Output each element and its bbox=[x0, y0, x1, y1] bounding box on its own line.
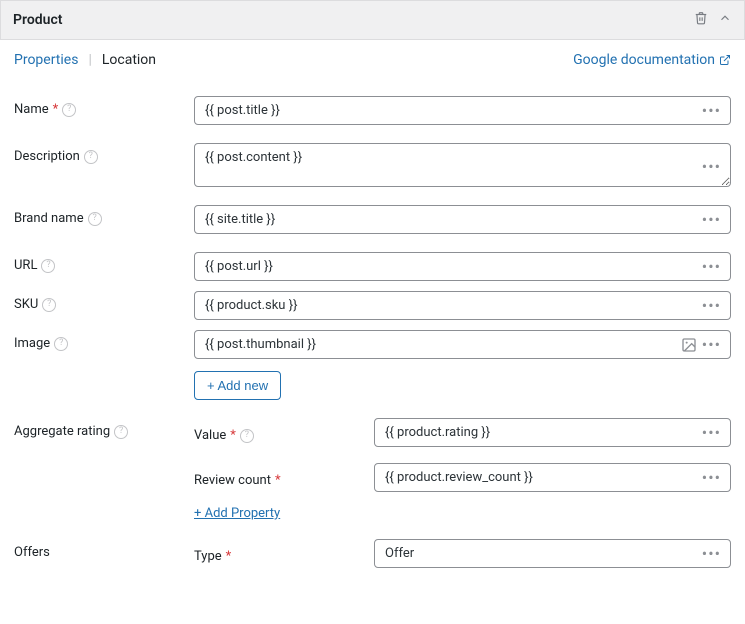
rating-value-input[interactable] bbox=[374, 418, 731, 447]
add-property-link[interactable]: + Add Property bbox=[194, 506, 280, 521]
label-sku: SKU ? bbox=[14, 291, 194, 312]
help-icon[interactable]: ? bbox=[42, 298, 56, 312]
row-image: Image ? ••• + Add new bbox=[14, 330, 731, 400]
help-icon[interactable]: ? bbox=[84, 150, 98, 164]
required-marker: * bbox=[230, 428, 236, 443]
row-aggregate-rating: Aggregate rating ? Value * ? ••• bbox=[14, 418, 731, 521]
collapse-icon[interactable] bbox=[718, 11, 732, 29]
input-offer-type-wrap: ••• bbox=[374, 539, 731, 568]
input-sku-wrap: ••• bbox=[194, 291, 731, 320]
tabs: Properties | Location bbox=[14, 52, 573, 68]
offer-type-input[interactable] bbox=[374, 539, 731, 568]
label-url-text: URL bbox=[14, 258, 37, 273]
row-sku: SKU ? ••• bbox=[14, 291, 731, 320]
required-marker: * bbox=[275, 473, 281, 488]
tags-menu-icon[interactable]: ••• bbox=[698, 423, 725, 443]
description-input[interactable]: {{ post.content }} bbox=[194, 143, 731, 187]
input-brand-name-wrap: ••• bbox=[194, 205, 731, 234]
panel-header: Product bbox=[0, 0, 745, 40]
input-name-wrap: ••• bbox=[194, 96, 731, 125]
tags-menu-icon[interactable]: ••• bbox=[698, 296, 725, 316]
label-name-text: Name bbox=[14, 102, 49, 117]
trash-icon[interactable] bbox=[694, 11, 708, 29]
panel-title: Product bbox=[13, 12, 694, 28]
label-image: Image ? bbox=[14, 330, 194, 351]
image-picker-icon[interactable] bbox=[681, 337, 697, 353]
tabs-row: Properties | Location Google documentati… bbox=[0, 40, 745, 72]
label-brand-name-text: Brand name bbox=[14, 211, 84, 226]
input-url-wrap: ••• bbox=[194, 252, 731, 281]
add-new-image-button[interactable]: + Add new bbox=[194, 371, 281, 400]
image-input[interactable] bbox=[194, 330, 731, 359]
input-review-count-wrap: ••• bbox=[374, 463, 731, 492]
tags-menu-icon[interactable]: ••• bbox=[698, 210, 725, 230]
tags-menu-icon[interactable]: ••• bbox=[698, 544, 725, 564]
input-image-wrap: ••• bbox=[194, 330, 731, 359]
label-rating-value-text: Value bbox=[194, 428, 226, 443]
form: Name * ? ••• Description ? {{ post.conten… bbox=[0, 72, 745, 588]
tab-location[interactable]: Location bbox=[102, 52, 156, 68]
tags-menu-icon[interactable]: ••• bbox=[698, 157, 725, 177]
tags-menu-icon[interactable]: ••• bbox=[698, 257, 725, 277]
label-sku-text: SKU bbox=[14, 297, 38, 312]
label-offers-text: Offers bbox=[14, 545, 50, 560]
review-count-input[interactable] bbox=[374, 463, 731, 492]
tab-separator: | bbox=[88, 52, 91, 68]
row-name: Name * ? ••• bbox=[14, 96, 731, 125]
header-actions bbox=[694, 11, 732, 29]
help-icon[interactable]: ? bbox=[240, 429, 254, 443]
label-description: Description ? bbox=[14, 143, 194, 164]
brand-name-input[interactable] bbox=[194, 205, 731, 234]
help-icon[interactable]: ? bbox=[62, 103, 76, 117]
label-aggregate-rating-text: Aggregate rating bbox=[14, 424, 110, 439]
name-input[interactable] bbox=[194, 96, 731, 125]
help-icon[interactable]: ? bbox=[114, 425, 128, 439]
url-input[interactable] bbox=[194, 252, 731, 281]
label-description-text: Description bbox=[14, 149, 80, 164]
label-rating-value: Value * ? bbox=[194, 418, 374, 447]
label-name: Name * ? bbox=[14, 96, 194, 117]
help-icon[interactable]: ? bbox=[88, 212, 102, 226]
required-marker: * bbox=[53, 102, 59, 117]
label-review-count: Review count * bbox=[194, 463, 374, 492]
input-rating-value-wrap: ••• bbox=[374, 418, 731, 447]
help-icon[interactable]: ? bbox=[54, 337, 68, 351]
row-description: Description ? {{ post.content }} ••• bbox=[14, 143, 731, 187]
required-marker: * bbox=[226, 549, 232, 564]
help-icon[interactable]: ? bbox=[41, 259, 55, 273]
row-review-count: Review count * ••• bbox=[194, 463, 731, 492]
label-brand-name: Brand name ? bbox=[14, 205, 194, 226]
row-offer-type: Type * ••• bbox=[194, 539, 731, 568]
tags-menu-icon[interactable]: ••• bbox=[698, 335, 725, 355]
label-offer-type: Type * bbox=[194, 539, 374, 568]
google-documentation-label: Google documentation bbox=[573, 52, 715, 68]
row-offers: Offers Type * ••• bbox=[14, 539, 731, 568]
label-review-count-text: Review count bbox=[194, 473, 271, 488]
sku-input[interactable] bbox=[194, 291, 731, 320]
google-documentation-link[interactable]: Google documentation bbox=[573, 52, 731, 68]
input-description-wrap: {{ post.content }} ••• bbox=[194, 143, 731, 187]
label-image-text: Image bbox=[14, 336, 50, 351]
label-aggregate-rating: Aggregate rating ? bbox=[14, 418, 194, 439]
label-url: URL ? bbox=[14, 252, 194, 273]
tags-menu-icon[interactable]: ••• bbox=[698, 101, 725, 121]
label-offers: Offers bbox=[14, 539, 194, 560]
label-offer-type-text: Type bbox=[194, 549, 222, 564]
tags-menu-icon[interactable]: ••• bbox=[698, 468, 725, 488]
row-url: URL ? ••• bbox=[14, 252, 731, 281]
external-link-icon bbox=[719, 54, 731, 66]
row-rating-value: Value * ? ••• bbox=[194, 418, 731, 447]
row-brand-name: Brand name ? ••• bbox=[14, 205, 731, 234]
tab-properties[interactable]: Properties bbox=[14, 52, 78, 68]
